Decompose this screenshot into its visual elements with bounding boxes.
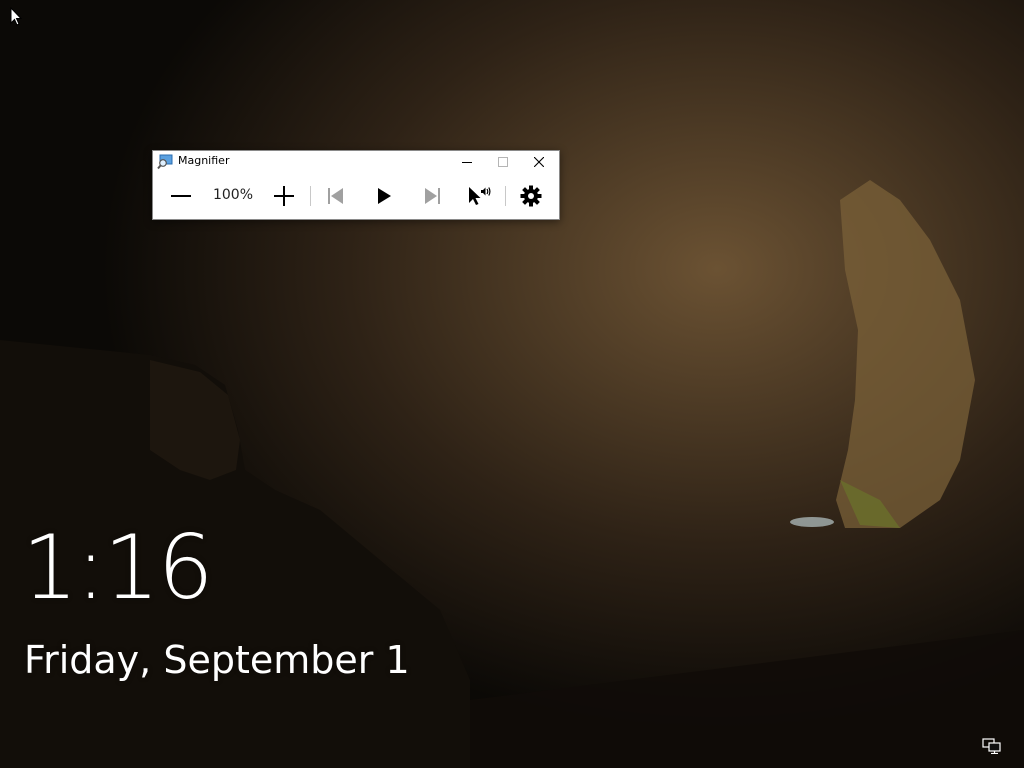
lock-screen: Magnifier 100% 1:16 Friday, September 1 — [0, 0, 1024, 768]
skip-previous-icon — [328, 188, 343, 204]
maximize-button[interactable] — [485, 151, 521, 173]
minus-icon — [171, 195, 191, 197]
zoom-in-button[interactable] — [268, 181, 300, 211]
read-from-pointer-button[interactable] — [463, 181, 495, 211]
maximize-icon — [498, 157, 508, 167]
window-title: Magnifier — [178, 154, 230, 167]
lockscreen-time: 1:16 — [22, 516, 214, 619]
toolbar-separator — [505, 186, 506, 206]
toolbar-separator — [310, 186, 311, 206]
network-icon[interactable] — [982, 738, 1002, 754]
next-button[interactable] — [416, 181, 448, 211]
minimize-icon — [462, 162, 472, 163]
zoom-level: 100% — [212, 187, 254, 203]
magnifier-app-icon — [157, 154, 173, 170]
magnifier-toolbar: 100% — [153, 175, 559, 217]
play-button[interactable] — [368, 181, 400, 211]
pointer-speaker-icon — [469, 187, 491, 205]
plus-icon — [274, 186, 294, 206]
zoom-out-button[interactable] — [165, 181, 197, 211]
magnifier-window[interactable]: Magnifier 100% — [152, 150, 560, 220]
mouse-cursor-icon — [10, 7, 23, 26]
play-icon — [378, 188, 391, 204]
skip-next-icon — [425, 188, 440, 204]
gear-icon — [520, 185, 542, 207]
close-button[interactable] — [521, 151, 557, 173]
settings-button[interactable] — [515, 181, 547, 211]
magnifier-titlebar[interactable]: Magnifier — [153, 151, 559, 173]
lockscreen-date: Friday, September 1 — [24, 638, 410, 682]
close-icon — [534, 157, 544, 167]
minimize-button[interactable] — [449, 151, 485, 173]
previous-button[interactable] — [320, 181, 352, 211]
